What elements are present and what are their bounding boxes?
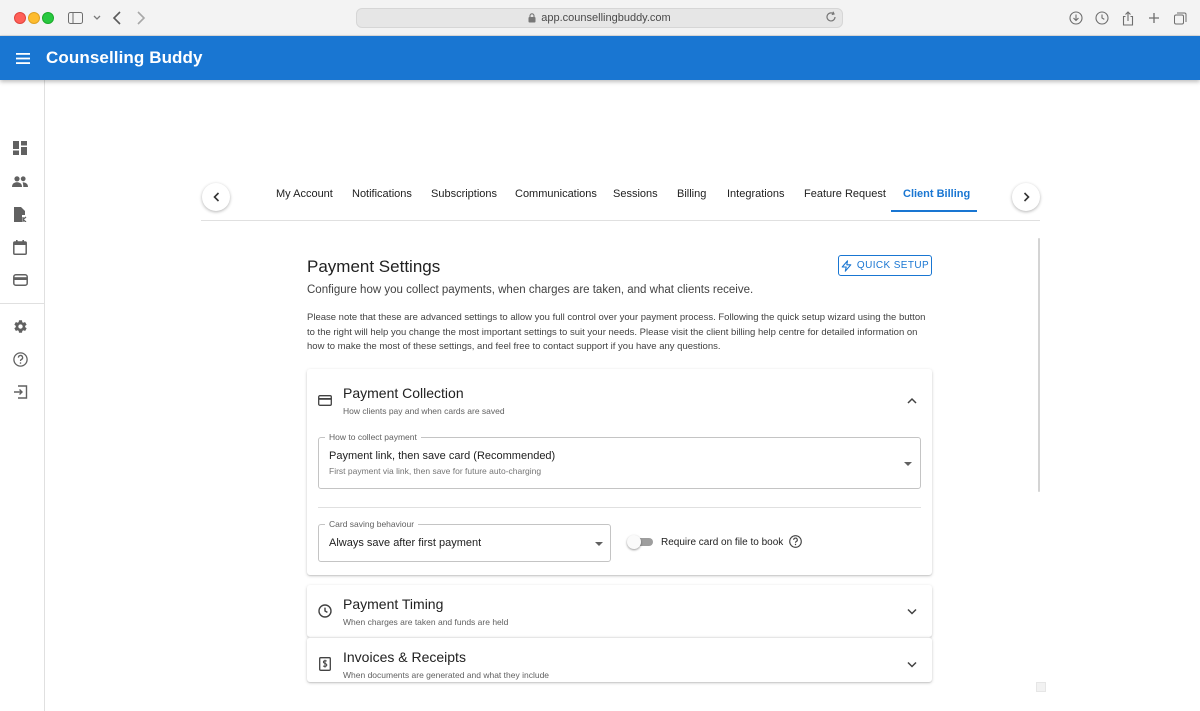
require-card-toggle[interactable] (627, 535, 653, 549)
invoices-receipts-section[interactable]: Invoices & Receipts When documents are g… (307, 637, 932, 682)
active-tab-indicator (891, 210, 977, 212)
reload-icon[interactable] (825, 11, 837, 23)
section-subtitle: When documents are generated and what th… (343, 670, 550, 680)
tab-billing[interactable]: Billing (677, 188, 706, 200)
clock-icon (318, 604, 332, 618)
new-tab-icon[interactable] (1145, 9, 1163, 27)
url-text: app.counsellingbuddy.com (541, 12, 671, 24)
field-label: How to collect payment (325, 432, 421, 442)
page-title: Payment Settings (307, 257, 441, 276)
section-subtitle: When charges are taken and funds are hel… (343, 617, 509, 627)
field-label: Card saving behaviour (325, 519, 419, 529)
gear-icon[interactable] (10, 316, 30, 336)
tab-communications[interactable]: Communications (515, 188, 597, 200)
quick-setup-label: QUICK SETUP (856, 260, 930, 271)
tab-my-account[interactable]: My Account (276, 188, 333, 200)
people-icon[interactable] (10, 171, 30, 191)
address-bar[interactable]: app.counsellingbuddy.com (356, 8, 843, 28)
section-divider (318, 507, 921, 508)
method-helper-text: First payment via link, then save for fu… (329, 466, 542, 476)
minimize-window-button[interactable] (28, 12, 40, 24)
tabs-scroll-right-button[interactable] (1012, 183, 1040, 211)
calendar-icon[interactable] (10, 237, 30, 257)
advanced-settings-note: Please note that these are advanced sett… (307, 312, 926, 352)
receipt-icon (318, 657, 332, 671)
bolt-icon (841, 259, 852, 272)
content-scrollbar[interactable] (1038, 238, 1040, 492)
logout-icon[interactable] (10, 382, 30, 402)
tab-notifications[interactable]: Notifications (352, 188, 412, 200)
wallet-icon[interactable] (10, 270, 30, 290)
history-icon[interactable] (1093, 9, 1111, 27)
section-title: Payment Timing (343, 596, 444, 612)
dashboard-icon[interactable] (10, 138, 30, 158)
tab-overview-icon[interactable] (1171, 9, 1189, 27)
payment-collection-section: Payment Collection How clients pay and w… (307, 369, 932, 575)
back-icon[interactable] (108, 9, 126, 27)
tabs-scroll-left-button[interactable] (202, 183, 230, 211)
tab-client-billing[interactable]: Client Billing (903, 188, 970, 200)
require-card-label: Require card on file to book (661, 537, 784, 548)
page-subtitle: Configure how you collect payments, when… (307, 284, 754, 296)
app-brand[interactable]: Counselling Buddy (46, 48, 203, 68)
browser-toolbar: app.counsellingbuddy.com (0, 0, 1200, 36)
section-title: Invoices & Receipts (343, 649, 466, 665)
dropdown-arrow-icon (904, 462, 912, 466)
close-window-button[interactable] (14, 12, 26, 24)
payment-timing-section[interactable]: Payment Timing When charges are taken an… (307, 585, 932, 637)
collapse-chevron-icon[interactable] (905, 393, 919, 407)
lock-icon (528, 13, 536, 23)
settings-tabs: My Account Notifications Subscriptions C… (201, 178, 1040, 221)
document-icon[interactable] (10, 204, 30, 224)
expand-chevron-icon[interactable] (905, 604, 919, 618)
sidebar-divider (0, 303, 44, 304)
menu-icon[interactable] (0, 36, 46, 80)
zoom-window-button[interactable] (42, 12, 54, 24)
selected-method: Payment link, then save card (Recommende… (329, 450, 556, 462)
app-bar: Counselling Buddy (0, 36, 1200, 80)
dropdown-arrow-icon (595, 542, 603, 546)
forward-icon[interactable] (132, 9, 150, 27)
tab-integrations[interactable]: Integrations (727, 188, 784, 200)
credit-card-icon (318, 393, 332, 407)
tab-feature-request[interactable]: Feature Request (804, 188, 886, 200)
chevron-down-icon[interactable] (88, 9, 106, 27)
sidebar-toggle-icon[interactable] (66, 9, 84, 27)
download-icon[interactable] (1067, 9, 1085, 27)
quick-setup-button[interactable]: QUICK SETUP (838, 255, 932, 276)
collection-method-select[interactable]: How to collect payment Payment link, the… (318, 432, 921, 489)
tab-sessions[interactable]: Sessions (613, 188, 658, 200)
expand-chevron-icon[interactable] (905, 657, 919, 671)
section-title: Payment Collection (343, 385, 464, 401)
selected-card-saving: Always save after first payment (329, 537, 482, 549)
tab-subscriptions[interactable]: Subscriptions (431, 188, 497, 200)
share-icon[interactable] (1119, 9, 1137, 27)
section-subtitle: How clients pay and when cards are saved (343, 406, 505, 416)
help-circle-icon[interactable] (789, 535, 802, 548)
help-icon[interactable] (10, 349, 30, 369)
card-saving-select[interactable]: Card saving behaviour Always save after … (318, 519, 611, 562)
sidebar (0, 80, 45, 711)
resize-corner (1036, 682, 1046, 692)
